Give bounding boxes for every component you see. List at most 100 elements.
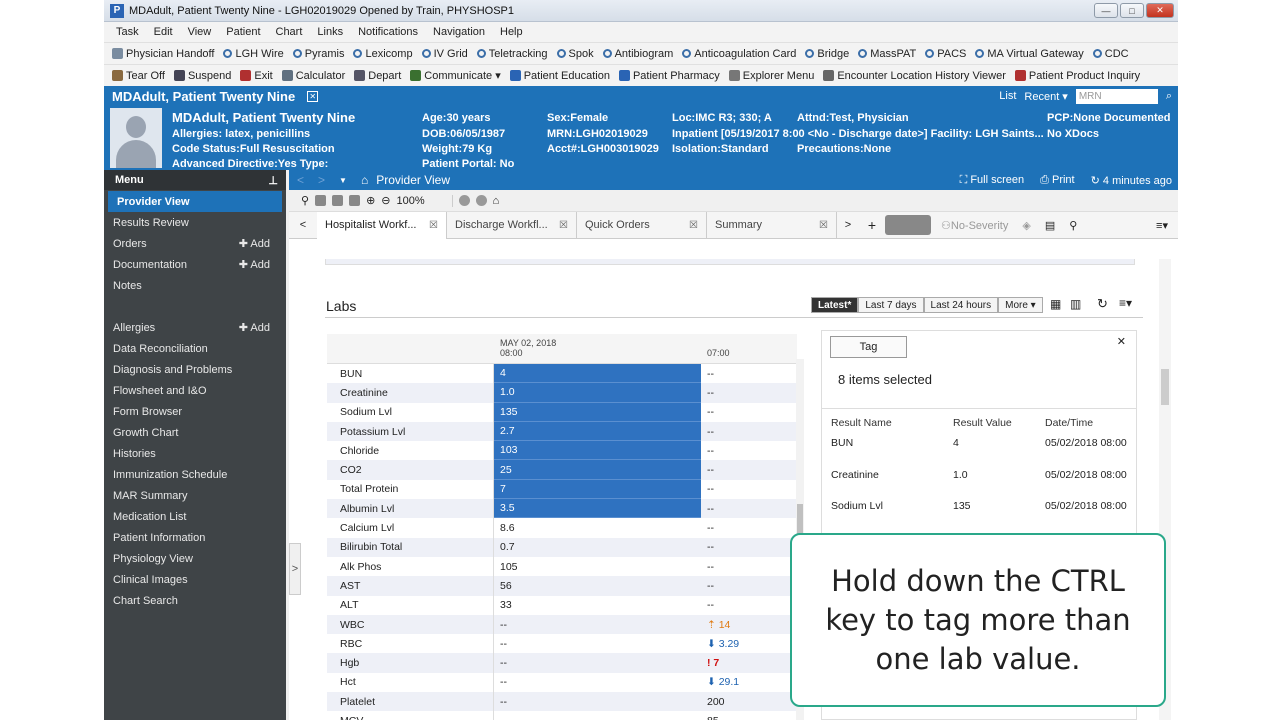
lab-value-0700[interactable]: -- bbox=[701, 403, 791, 422]
table-row[interactable]: BUN 4 -- bbox=[327, 364, 797, 384]
sidebar-item-data-reconciliation[interactable]: Data Reconciliation bbox=[104, 338, 286, 359]
tab-discharge-workfl[interactable]: Discharge Workfl... ☒ bbox=[447, 211, 577, 239]
lab-value-0700[interactable]: -- bbox=[701, 518, 791, 537]
table-row[interactable]: Total Protein 7 -- bbox=[327, 479, 797, 500]
menu-view[interactable]: View bbox=[188, 26, 212, 38]
tab-quick-orders[interactable]: Quick Orders ☒ bbox=[577, 211, 707, 239]
lab-value-0800[interactable]: 56 bbox=[494, 576, 701, 595]
banner-allergies[interactable]: Allergies: latex, penicillins bbox=[172, 128, 310, 140]
mrn-search-input[interactable]: MRN bbox=[1075, 88, 1158, 104]
minimize-button[interactable]: — bbox=[1094, 3, 1118, 18]
lab-value-0800[interactable]: 25 bbox=[494, 460, 701, 480]
binoculars-icon[interactable]: ⚲ bbox=[301, 194, 309, 207]
toolbar-action-explorer-menu[interactable]: Explorer Menu bbox=[728, 70, 814, 82]
table-row[interactable]: Hct -- ⬇ 29.1 bbox=[327, 672, 797, 693]
lab-value-0800[interactable]: -- bbox=[494, 673, 701, 692]
patient-tab-name[interactable]: MDAdult, Patient Twenty Nine bbox=[112, 89, 295, 104]
toolbar-link-pacs[interactable]: PACS bbox=[925, 48, 966, 60]
options-menu-icon[interactable]: ≡▾ bbox=[1156, 219, 1168, 232]
refresh-page-icon[interactable] bbox=[475, 195, 487, 206]
toolbar-action-patient-pharmacy[interactable]: Patient Pharmacy bbox=[618, 70, 720, 82]
toolbar-action-tear-off[interactable]: Tear Off bbox=[112, 70, 165, 82]
toolbar-action-suspend[interactable]: Suspend bbox=[173, 70, 231, 82]
tag-icon[interactable]: ◈ bbox=[1022, 219, 1030, 232]
table-row[interactable]: RBC -- ⬇ 3.29 bbox=[327, 634, 797, 654]
recent-dropdown[interactable]: Recent ▾ bbox=[1024, 90, 1067, 103]
close-tab-icon[interactable]: ☒ bbox=[559, 220, 568, 231]
lab-value-0700[interactable]: -- bbox=[701, 557, 791, 576]
close-tab-icon[interactable]: ☒ bbox=[819, 220, 828, 231]
sidebar-item-provider-view[interactable]: Provider View bbox=[108, 191, 282, 212]
lab-value-0800[interactable]: -- bbox=[494, 711, 701, 720]
close-window-button[interactable]: ✕ bbox=[1146, 3, 1174, 18]
full-screen-button[interactable]: ⛶ Full screen bbox=[960, 174, 1025, 187]
labs-menu-icon[interactable]: ≡▾ bbox=[1119, 296, 1132, 310]
toolbar-action-exit[interactable]: Exit bbox=[240, 70, 273, 82]
table-row[interactable]: Potassium Lvl 2.7 -- bbox=[327, 421, 797, 442]
print-page-icon[interactable] bbox=[332, 195, 344, 206]
sidebar-item-immunization-schedule[interactable]: Immunization Schedule bbox=[104, 464, 286, 485]
lab-value-0800[interactable]: -- bbox=[494, 692, 701, 711]
filter-last-7-days[interactable]: Last 7 days bbox=[858, 297, 924, 313]
sidebar-item-chart-search[interactable]: Chart Search bbox=[104, 590, 286, 611]
zoom-out-icon[interactable]: ⊖ bbox=[381, 194, 390, 207]
close-tab-icon[interactable]: ☒ bbox=[689, 220, 698, 231]
list-view-icon[interactable]: ▥ bbox=[1070, 297, 1081, 311]
add-allergies-button[interactable]: ✚ Add bbox=[239, 321, 270, 334]
lab-value-0700[interactable]: 200 bbox=[701, 692, 791, 711]
lab-value-0700[interactable]: -- bbox=[701, 576, 791, 595]
lab-value-0800[interactable]: -- bbox=[494, 653, 701, 672]
home-icon[interactable]: ⌂ bbox=[361, 173, 368, 187]
table-row[interactable]: AST 56 -- bbox=[327, 576, 797, 596]
toolbar-link-cdc[interactable]: CDC bbox=[1092, 48, 1129, 60]
tab-hospitalist-workf[interactable]: Hospitalist Workf... ☒ bbox=[317, 211, 447, 239]
filter-last-24-hours[interactable]: Last 24 hours bbox=[923, 297, 999, 313]
history-dropdown-icon[interactable]: ▼ bbox=[339, 176, 347, 185]
tab-summary[interactable]: Summary ☒ bbox=[707, 211, 837, 239]
sidebar-item-orders[interactable]: Orders ✚ Add bbox=[104, 233, 286, 254]
toolbar-link-lexicomp[interactable]: Lexicomp bbox=[353, 48, 413, 60]
sidebar-item-clinical-images[interactable]: Clinical Images bbox=[104, 569, 286, 590]
table-row[interactable]: Sodium Lvl 135 -- bbox=[327, 402, 797, 422]
zoom-in-icon[interactable]: ⊕ bbox=[366, 194, 375, 207]
menu-links[interactable]: Links bbox=[317, 26, 343, 38]
toolbar-link-pyramis[interactable]: Pyramis bbox=[292, 48, 344, 60]
add-documentation-button[interactable]: ✚ Add bbox=[239, 258, 270, 271]
add-tab-icon[interactable]: + bbox=[859, 217, 885, 233]
home-page-icon[interactable]: ⌂ bbox=[493, 195, 500, 207]
toolbar-link-ma-virtual-gateway[interactable]: MA Virtual Gateway bbox=[975, 48, 1084, 60]
lab-value-0800[interactable]: 0.7 bbox=[494, 538, 701, 557]
menu-edit[interactable]: Edit bbox=[154, 26, 173, 38]
toolbar-action-depart[interactable]: Depart bbox=[354, 70, 401, 82]
lab-value-0800[interactable]: 3.5 bbox=[494, 499, 701, 519]
tag-button[interactable]: Tag bbox=[830, 336, 907, 358]
menu-task[interactable]: Task bbox=[116, 26, 139, 38]
grid-view-icon[interactable]: ▦ bbox=[1050, 297, 1061, 311]
lab-value-0700[interactable]: -- bbox=[701, 480, 791, 499]
lab-value-0700[interactable]: ⬇ 29.1 bbox=[701, 673, 791, 692]
zoom-select[interactable]: 100% bbox=[397, 194, 453, 207]
lab-value-0800[interactable]: 33 bbox=[494, 596, 701, 615]
toolbar-link-anticoagulation-card[interactable]: Anticoagulation Card bbox=[682, 48, 796, 60]
list-button[interactable]: List bbox=[999, 90, 1016, 102]
toolbar-link-bridge[interactable]: Bridge bbox=[805, 48, 849, 60]
sidebar-item-patient-information[interactable]: Patient Information bbox=[104, 527, 286, 548]
toolbar-link-spok[interactable]: Spok bbox=[556, 48, 594, 60]
sidebar-item-diagnosis-and-problems[interactable]: Diagnosis and Problems bbox=[104, 359, 286, 380]
search-icon[interactable]: ⌕ bbox=[1166, 90, 1172, 103]
lab-value-0700[interactable]: ⬇ 3.29 bbox=[701, 634, 791, 653]
severity-filter[interactable]: ⚇No-Severity bbox=[941, 219, 1008, 232]
toolbar-action-patient-product-inquiry[interactable]: Patient Product Inquiry bbox=[1014, 70, 1140, 82]
add-orders-button[interactable]: ✚ Add bbox=[239, 237, 270, 250]
print-button[interactable]: ⎙ Print bbox=[1040, 174, 1074, 187]
table-row[interactable]: Bilirubin Total 0.7 -- bbox=[327, 537, 797, 557]
table-row[interactable]: Alk Phos 105 -- bbox=[327, 556, 797, 577]
back-icon[interactable]: < bbox=[297, 173, 304, 187]
tab-scroll-left-icon[interactable]: < bbox=[289, 219, 317, 231]
stop-icon[interactable] bbox=[458, 195, 470, 206]
lab-value-0800[interactable]: 8.6 bbox=[494, 518, 701, 537]
lab-value-0700[interactable]: -- bbox=[701, 383, 791, 402]
filter-more[interactable]: More ▾ bbox=[998, 297, 1043, 313]
toolbar-link-teletracking[interactable]: Teletracking bbox=[476, 48, 548, 60]
labs-refresh-icon[interactable]: ↻ bbox=[1097, 296, 1108, 312]
